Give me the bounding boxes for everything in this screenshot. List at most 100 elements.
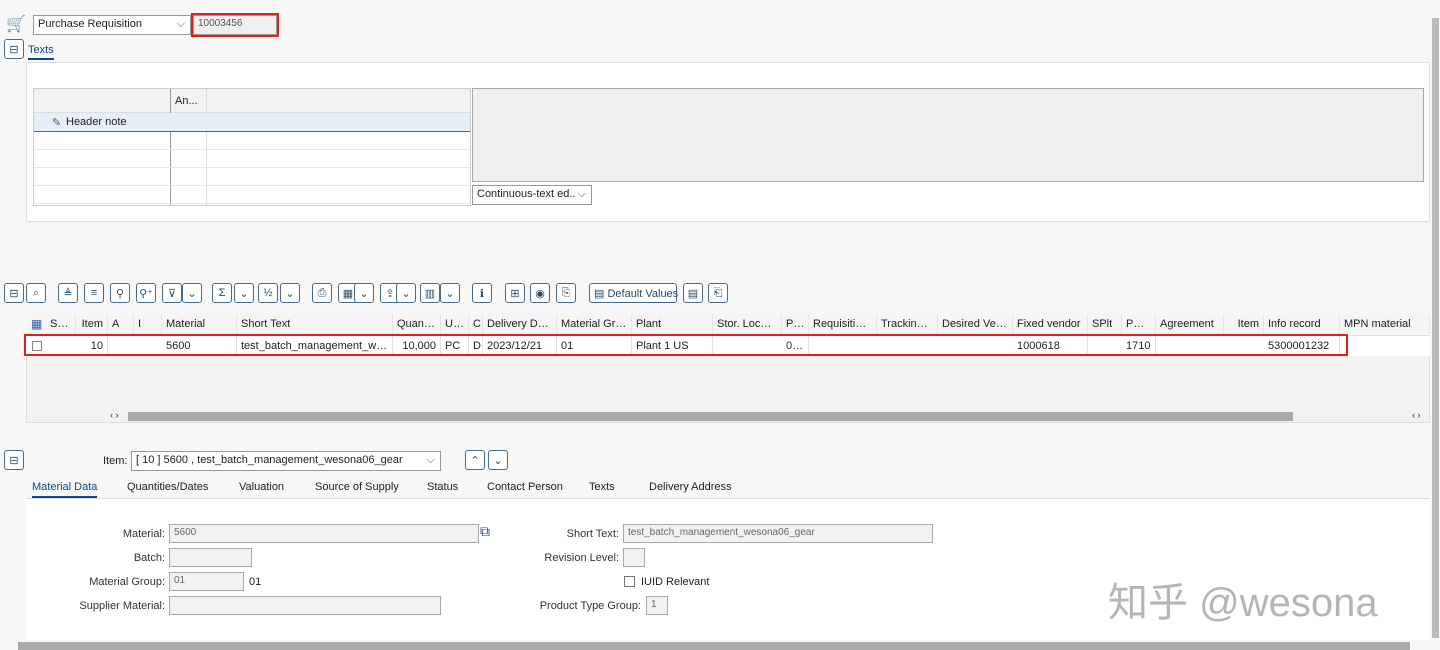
tab-material-data[interactable]: Material Data	[32, 481, 98, 498]
column-header[interactable]: Requisitioner	[809, 314, 877, 334]
collapse-item-button[interactable]: ⊟	[4, 450, 24, 470]
tab-valuation[interactable]: Valuation	[239, 481, 284, 493]
document-type-select[interactable]: Purchase Requisition ⌵	[33, 15, 191, 35]
column-header[interactable]: Quantity	[393, 314, 441, 334]
column-header[interactable]: MPN material	[1340, 314, 1430, 334]
text-editor[interactable]	[472, 88, 1424, 182]
document-button[interactable]: ⎘	[556, 283, 576, 303]
column-header[interactable]: Material Group	[557, 314, 632, 334]
column-header[interactable]: Fixed vendor	[1013, 314, 1088, 334]
next-item-button[interactable]: ⌄	[488, 450, 508, 470]
column-header[interactable]: PGr	[782, 314, 809, 334]
layout-button[interactable]: ▥	[420, 283, 440, 303]
iuid-label: IUID Relevant	[641, 576, 710, 588]
export-menu-button[interactable]: ⌄	[396, 283, 416, 303]
header-note-label[interactable]: Header note	[66, 116, 127, 128]
select-all-icon[interactable]: ▦	[31, 317, 42, 331]
sort-ascending-button[interactable]: ≜	[58, 283, 78, 303]
short-text-field[interactable]: test_batch_management_wesona06_gear	[623, 524, 933, 543]
material-lookup-icon[interactable]: ⧉	[480, 523, 490, 540]
tab-status[interactable]: Status	[427, 481, 458, 493]
total-button[interactable]: Σ	[212, 283, 232, 303]
supplier-material-field[interactable]	[169, 596, 441, 615]
column-header[interactable]: Desired Vendor	[938, 314, 1013, 334]
column-header[interactable]: Delivery Date	[483, 314, 557, 334]
copy-button[interactable]: ⊞	[505, 283, 525, 303]
tab-quantities-dates[interactable]: Quantities/Dates	[127, 481, 208, 493]
print-preview-button[interactable]: ⎗	[708, 283, 728, 303]
find-button[interactable]: ⚲	[110, 283, 130, 303]
column-header[interactable]: TrackingNo	[877, 314, 938, 334]
cart-icon: 🛒	[6, 16, 26, 33]
previous-item-button[interactable]: ⌃	[465, 450, 485, 470]
tree-row	[34, 150, 470, 168]
filter-button[interactable]: ⊽	[162, 283, 182, 303]
sort-descending-button[interactable]: ≡	[84, 283, 104, 303]
collapse-header-button[interactable]: ⊟	[4, 39, 24, 59]
tab-texts[interactable]: Texts	[589, 481, 615, 493]
subtotal-menu-button[interactable]: ⌄	[280, 283, 300, 303]
column-header[interactable]: Sta...	[46, 314, 76, 334]
find-next-button[interactable]: ⚲⁺	[136, 283, 156, 303]
services-button[interactable]: ◉	[530, 283, 550, 303]
supplier-material-label: Supplier Material:	[79, 600, 165, 612]
total-menu-button[interactable]: ⌄	[234, 283, 254, 303]
print-button[interactable]: ⎙	[312, 283, 332, 303]
column-header[interactable]: Short Text	[237, 314, 393, 334]
chevron-down-icon: ⌵	[577, 188, 586, 200]
revision-level-label: Revision Level:	[544, 552, 619, 564]
document-number-input[interactable]: 10003456	[191, 13, 279, 37]
material-group-desc: 01	[249, 576, 262, 588]
iuid-checkbox[interactable]	[624, 576, 635, 587]
column-header[interactable]: Stor. Locati...	[713, 314, 782, 334]
column-header[interactable]: A	[108, 314, 134, 334]
row-highlight	[24, 334, 1348, 356]
grid-hscrollbar[interactable]	[128, 412, 1293, 421]
scroll-arrows[interactable]: ‹ ›	[110, 410, 119, 420]
column-header[interactable]: Unit	[441, 314, 469, 334]
tab-source-of-supply[interactable]: Source of Supply	[315, 481, 399, 493]
item-select[interactable]: [ 10 ] 5600 , test_batch_management_weso…	[131, 451, 441, 471]
default-values-button[interactable]: ▤ Default Values	[589, 283, 679, 303]
layout-menu-button[interactable]: ⌄	[440, 283, 460, 303]
tree-row	[34, 186, 470, 204]
revision-level-field[interactable]	[623, 548, 645, 567]
filter-menu-button[interactable]: ⌄	[182, 283, 202, 303]
document-type-value: Purchase Requisition	[38, 18, 142, 30]
tab-delivery-address[interactable]: Delivery Address	[649, 481, 732, 493]
material-label: Material:	[122, 528, 165, 540]
column-header[interactable]: Info record	[1264, 314, 1340, 334]
column-header[interactable]: Plant	[632, 314, 713, 334]
editor-mode-select[interactable]: Continuous-text ed.. ⌵	[472, 185, 592, 205]
column-header[interactable]: Item	[76, 314, 108, 334]
details-button[interactable]: ⌕	[26, 283, 46, 303]
info-button[interactable]: ℹ	[472, 283, 492, 303]
scroll-arrows[interactable]: ‹ ›	[1412, 410, 1421, 420]
page-vscrollbar[interactable]	[1432, 18, 1439, 638]
column-header[interactable]: I	[134, 314, 162, 334]
column-header[interactable]: Item	[1224, 314, 1264, 334]
views-menu-button[interactable]: ⌄	[354, 283, 374, 303]
collapse-items-button[interactable]: ⊟	[4, 283, 24, 303]
tab-contact-person[interactable]: Contact Person	[487, 481, 563, 493]
column-header[interactable]: Agreement	[1156, 314, 1224, 334]
tab-texts[interactable]: Texts	[28, 44, 54, 60]
subtotal-button[interactable]: ½	[258, 283, 278, 303]
column-header[interactable]: POrg	[1122, 314, 1156, 334]
chevron-down-icon: ⌵	[426, 454, 435, 466]
material-group-label: Material Group:	[89, 576, 165, 588]
column-header[interactable]: SPlt	[1088, 314, 1122, 334]
material-field[interactable]: 5600	[169, 524, 479, 543]
list-button[interactable]: ▤	[683, 283, 703, 303]
batch-field[interactable]	[169, 548, 252, 567]
column-header[interactable]: C	[469, 314, 483, 334]
material-group-field[interactable]: 01	[169, 572, 244, 591]
editor-mode-value: Continuous-text ed..	[477, 188, 576, 200]
default-values-label: Default Values	[607, 288, 679, 300]
note-icon: ✎	[52, 117, 62, 129]
product-type-group-field[interactable]: 1	[646, 596, 668, 615]
column-header[interactable]: Material	[162, 314, 237, 334]
tree-row	[34, 168, 470, 186]
batch-label: Batch:	[133, 552, 165, 564]
page-hscrollbar[interactable]	[18, 642, 1410, 650]
